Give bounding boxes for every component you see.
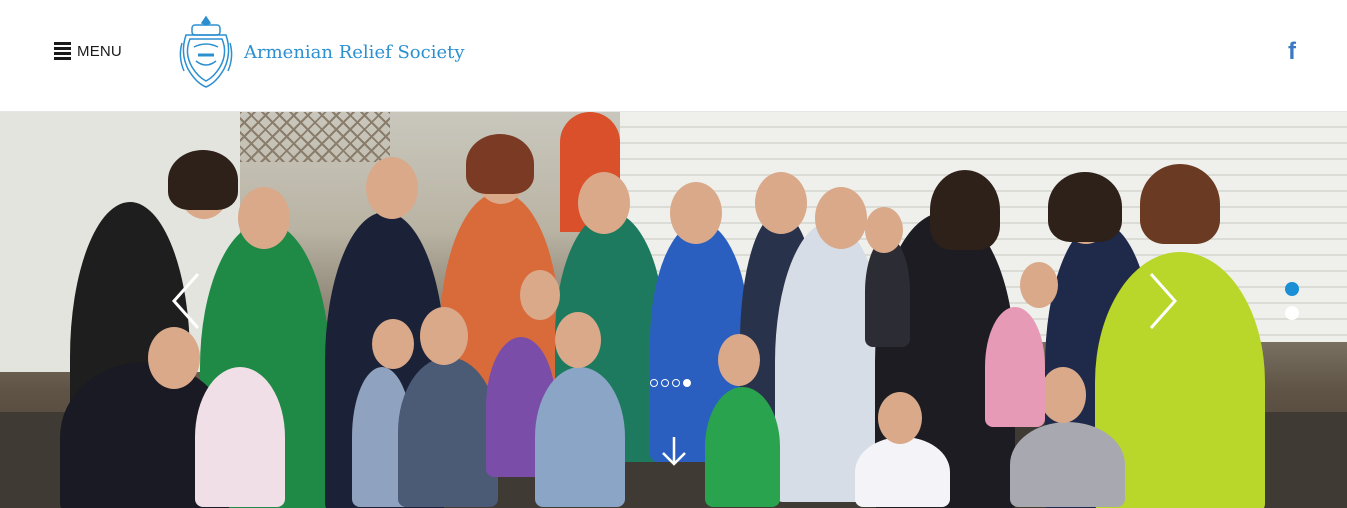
carousel-indicators: [650, 379, 691, 387]
section-dot-2[interactable]: [1285, 306, 1299, 320]
section-indicators: [1285, 282, 1299, 320]
menu-label: MENU: [77, 42, 122, 60]
chevron-left-icon: [171, 273, 200, 329]
facebook-link[interactable]: f: [1284, 37, 1300, 67]
ars-emblem-icon: [179, 15, 233, 88]
section-dot-1[interactable]: [1285, 282, 1299, 296]
arrow-down-icon: [662, 437, 686, 466]
facebook-icon: f: [1288, 38, 1296, 65]
site-logo[interactable]: Armenian Relief Society: [176, 13, 465, 91]
hero-carousel: [0, 112, 1347, 508]
hamburger-icon: [54, 42, 71, 60]
site-header: MENU Armenian Relief Society f: [0, 0, 1347, 112]
carousel-dot-2[interactable]: [661, 379, 669, 387]
carousel-dot-3[interactable]: [672, 379, 680, 387]
carousel-dot-4[interactable]: [683, 379, 691, 387]
organization-name: Armenian Relief Society: [244, 41, 465, 63]
carousel-prev-button[interactable]: [168, 272, 204, 330]
menu-button[interactable]: MENU: [54, 38, 122, 64]
scroll-down-button[interactable]: [660, 435, 688, 467]
chevron-right-icon: [1149, 273, 1178, 329]
carousel-next-button[interactable]: [1145, 272, 1181, 330]
carousel-dot-1[interactable]: [650, 379, 658, 387]
